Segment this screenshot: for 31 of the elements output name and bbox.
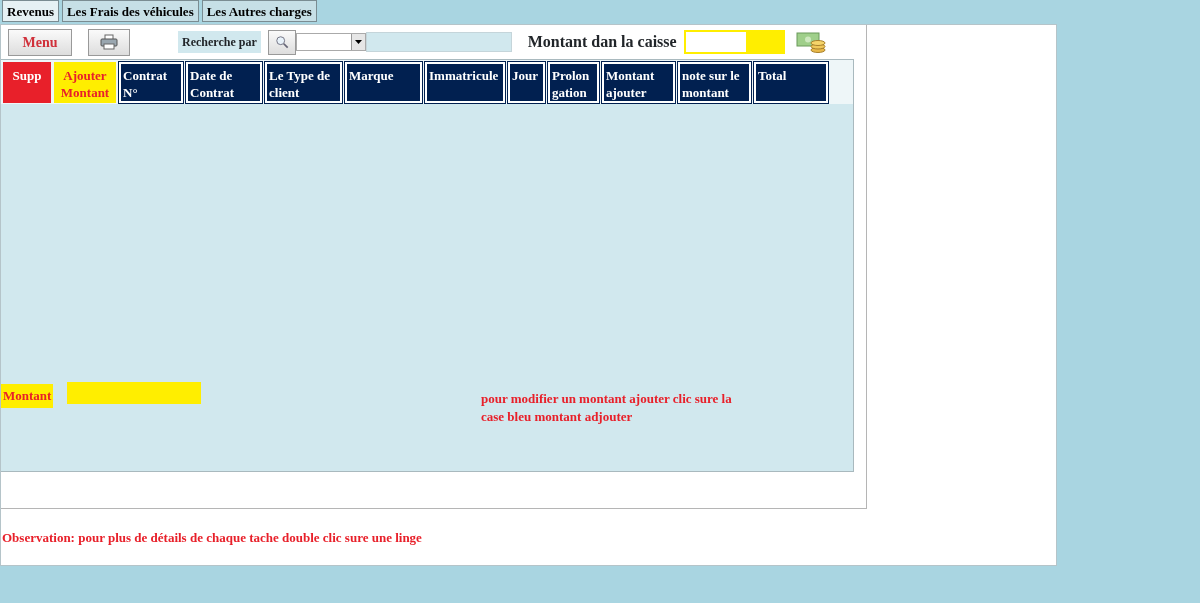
cash-label: Montant dan la caisse (527, 32, 677, 52)
printer-icon (100, 34, 118, 50)
print-button[interactable] (88, 28, 130, 56)
column-header: note sur le montant (678, 62, 751, 103)
column-header: Contrat N° (119, 62, 183, 103)
amount-field[interactable] (67, 382, 201, 404)
tab[interactable]: Les Frais des véhicules (61, 0, 199, 22)
menu-button[interactable]: Menu (8, 28, 72, 56)
column-header: Marque (345, 62, 422, 103)
search-button[interactable] (267, 29, 296, 55)
search-dropdown[interactable] (295, 33, 366, 51)
cash-amount-field[interactable] (683, 30, 785, 54)
column-header: Le Type de client (265, 62, 342, 103)
tab[interactable]: Les Autres charges (201, 0, 317, 22)
search-field[interactable] (365, 32, 512, 52)
amount-label: Montant (1, 384, 54, 408)
hint-text: pour modifier un montant ajouter clic sure la case bleu montant adjouter (481, 390, 733, 426)
search-label: Recherche par (178, 31, 261, 53)
add-amount-column-header[interactable]: Ajouter Montant (54, 62, 116, 103)
money-icon (794, 30, 827, 54)
delete-column-header[interactable]: Supp (3, 62, 51, 103)
search-icon (274, 34, 289, 50)
column-header: Jour (508, 62, 545, 103)
tab[interactable]: Revenus (2, 0, 59, 22)
column-header: Date de Contrat (186, 62, 262, 103)
caret-icon (354, 40, 362, 44)
observation-text: Observation: pour plus de détails de chaque tache double clic sure une linge (2, 529, 422, 547)
column-header: Total (754, 62, 828, 103)
column-header: Montant ajouter (602, 62, 675, 103)
column-header: Immatricule (425, 62, 505, 103)
column-header: Prolon gation (548, 62, 599, 103)
